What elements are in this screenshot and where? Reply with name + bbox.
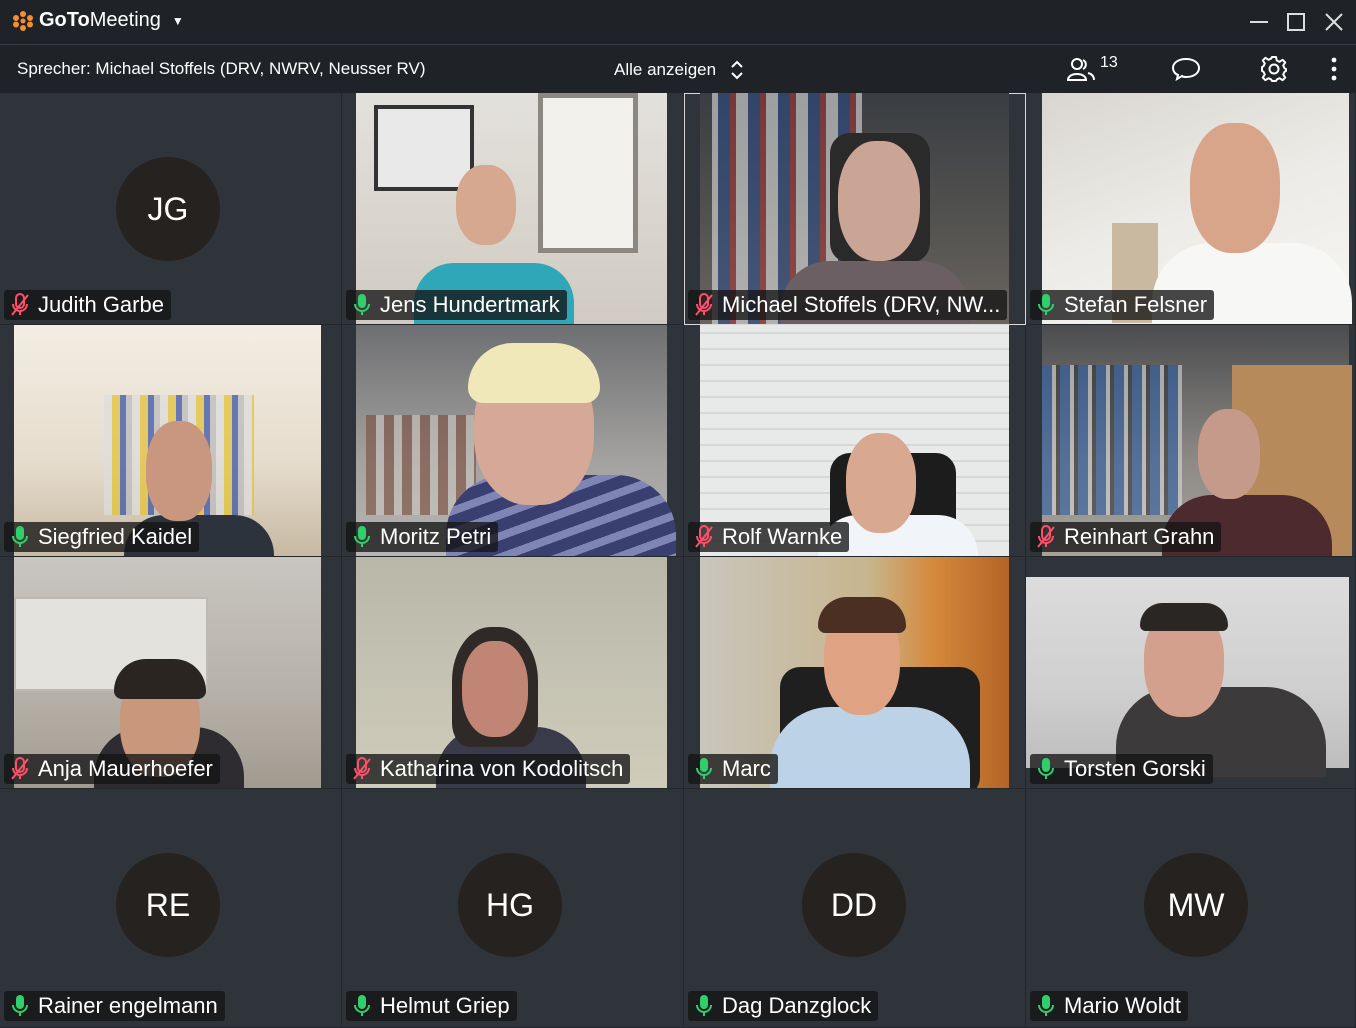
participant-name: Reinhart Grahn — [1064, 524, 1215, 549]
participant-name: Torsten Gorski — [1064, 756, 1206, 781]
avatar: DD — [802, 853, 906, 957]
settings-button[interactable] — [1257, 53, 1291, 85]
participant-tile[interactable]: Reinhart Grahn — [1026, 325, 1356, 557]
participant-name: Katharina von Kodolitsch — [380, 756, 624, 781]
brand-normal: Meeting — [89, 9, 161, 31]
name-tag: Stefan Felsner — [1030, 290, 1215, 320]
participant-name: Moritz Petri — [380, 524, 492, 549]
more-options-button[interactable] — [1317, 53, 1351, 85]
mic-muted-icon — [352, 757, 372, 781]
participant-grid: JG Judith Garbe Jens Hundertmark Michael… — [0, 93, 1356, 1028]
participant-name: Stefan Felsner — [1064, 292, 1208, 317]
name-tag: Anja Mauerhoefer — [4, 754, 220, 784]
brand-bold: GoTo — [39, 9, 90, 31]
avatar: MW — [1144, 853, 1248, 957]
mic-muted-icon — [694, 525, 714, 549]
mic-icon — [1036, 994, 1056, 1018]
mic-icon — [352, 525, 372, 549]
mic-icon — [1036, 757, 1056, 781]
participant-tile[interactable]: Katharina von Kodolitsch — [342, 557, 684, 789]
participant-tile[interactable]: Moritz Petri — [342, 325, 684, 557]
avatar: HG — [458, 853, 562, 957]
name-tag: Siegfried Kaidel — [4, 522, 200, 552]
participant-name: Judith Garbe — [38, 292, 164, 317]
participant-tile[interactable]: Anja Mauerhoefer — [0, 557, 342, 789]
mic-icon — [10, 994, 30, 1018]
participant-count: 13 — [1100, 54, 1118, 71]
participant-tile[interactable]: JG Judith Garbe — [0, 93, 342, 325]
participant-tile[interactable]: Torsten Gorski — [1026, 557, 1356, 789]
mic-muted-icon — [694, 293, 714, 317]
current-speaker: Sprecher: Michael Stoffels (DRV, NWRV, N… — [17, 59, 426, 78]
participant-name: Dag Danzglock — [722, 993, 872, 1018]
participants-icon — [1066, 58, 1095, 81]
chat-button[interactable] — [1169, 53, 1203, 85]
participant-name: Mario Woldt — [1064, 993, 1181, 1018]
maximize-button[interactable] — [1280, 6, 1312, 38]
participant-name: Rainer engelmann — [38, 993, 218, 1018]
video-feed — [1026, 577, 1349, 777]
name-tag: Torsten Gorski — [1030, 754, 1213, 784]
participant-name: Helmut Griep — [380, 993, 510, 1018]
name-tag: Katharina von Kodolitsch — [346, 754, 631, 784]
participant-tile[interactable]: RE Rainer engelmann — [0, 789, 342, 1028]
mic-muted-icon — [10, 757, 30, 781]
more-vertical-icon — [1331, 57, 1337, 81]
mic-muted-icon — [10, 293, 30, 317]
mic-icon — [352, 293, 372, 317]
close-icon — [1325, 13, 1343, 31]
name-tag: Judith Garbe — [4, 290, 171, 320]
participant-tile[interactable]: DD Dag Danzglock — [684, 789, 1026, 1028]
name-tag: Moritz Petri — [346, 522, 499, 552]
name-tag: Mario Woldt — [1030, 991, 1188, 1021]
participant-tile[interactable]: Siegfried Kaidel — [0, 325, 342, 557]
view-selector[interactable]: Alle anzeigen — [614, 59, 744, 81]
maximize-icon — [1287, 13, 1305, 31]
name-tag: Reinhart Grahn — [1030, 522, 1222, 552]
participant-tile[interactable]: Jens Hundertmark — [342, 93, 684, 325]
meeting-toolbar: Sprecher: Michael Stoffels (DRV, NWRV, N… — [0, 44, 1356, 93]
name-tag: Michael Stoffels (DRV, NW... — [688, 290, 1008, 320]
chevron-down-icon: ▼ — [171, 13, 184, 28]
participant-name: Michael Stoffels (DRV, NW... — [722, 292, 1001, 317]
mic-icon — [352, 994, 372, 1018]
participant-tile[interactable]: Stefan Felsner — [1026, 93, 1356, 325]
name-tag: Helmut Griep — [346, 991, 517, 1021]
minimize-button[interactable] — [1243, 6, 1275, 38]
view-selector-label: Alle anzeigen — [614, 60, 717, 79]
mic-icon — [694, 757, 714, 781]
name-tag: Rolf Warnke — [688, 522, 850, 552]
participant-tile[interactable]: HG Helmut Griep — [342, 789, 684, 1028]
app-menu[interactable]: GoToMeeting ▼ — [12, 9, 184, 32]
mic-muted-icon — [1036, 525, 1056, 549]
mic-icon — [694, 994, 714, 1018]
title-bar: GoToMeeting ▼ — [0, 0, 1356, 44]
participant-tile[interactable]: MW Mario Woldt — [1026, 789, 1356, 1028]
gotomeeting-logo-icon — [13, 10, 33, 31]
name-tag: Marc — [688, 754, 778, 784]
mic-icon — [10, 525, 30, 549]
close-button[interactable] — [1318, 6, 1350, 38]
name-tag: Dag Danzglock — [688, 991, 879, 1021]
participant-name: Anja Mauerhoefer — [38, 756, 213, 781]
name-tag: Rainer engelmann — [4, 991, 225, 1021]
name-tag: Jens Hundertmark — [346, 290, 567, 320]
participant-name: Siegfried Kaidel — [38, 524, 193, 549]
participant-name: Rolf Warnke — [722, 524, 843, 549]
minimize-icon — [1250, 21, 1268, 23]
participant-name: Marc — [722, 756, 771, 781]
participant-name: Jens Hundertmark — [380, 292, 560, 317]
avatar: RE — [116, 853, 220, 957]
participant-tile-active-speaker[interactable]: Michael Stoffels (DRV, NW... — [684, 93, 1026, 325]
participant-tile[interactable]: Rolf Warnke — [684, 325, 1026, 557]
gear-icon — [1261, 56, 1287, 82]
chevron-updown-icon — [731, 60, 743, 80]
mic-icon — [1036, 293, 1056, 317]
avatar: JG — [116, 157, 220, 261]
chat-icon — [1171, 57, 1201, 82]
participants-button[interactable] — [1064, 53, 1098, 85]
participant-tile[interactable]: Marc — [684, 557, 1026, 789]
